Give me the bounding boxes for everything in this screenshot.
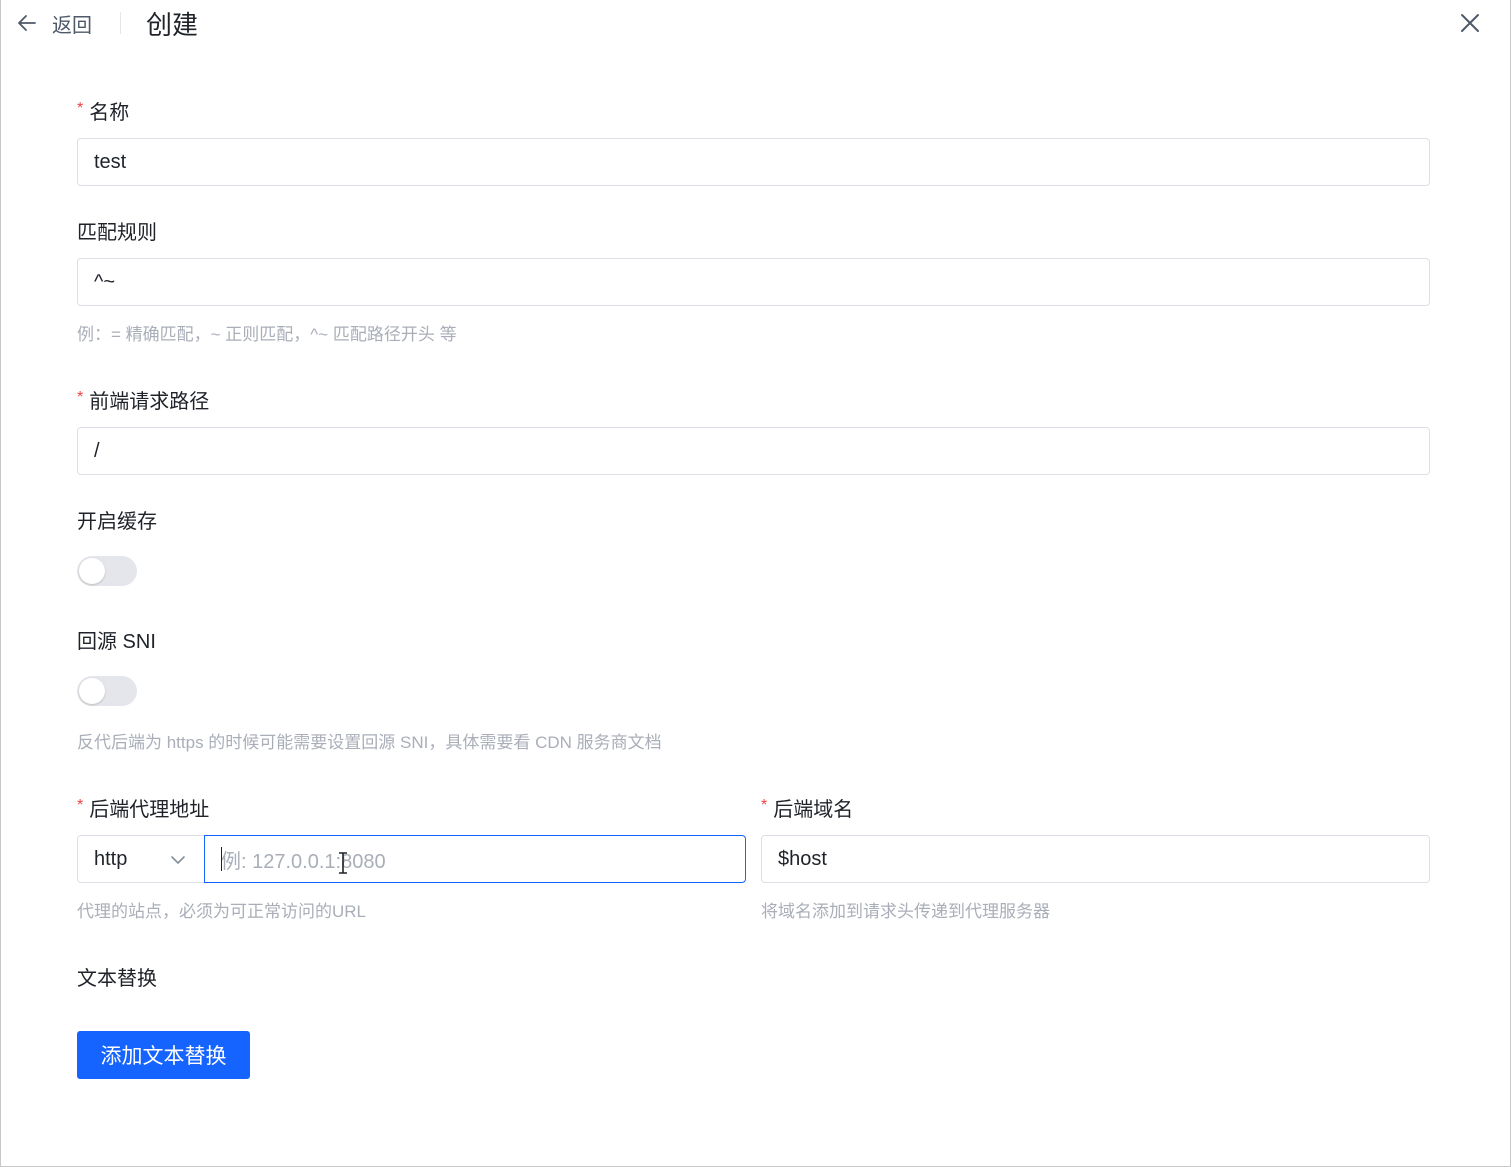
- sni-label-text: 回源 SNI: [77, 631, 156, 653]
- match-rule-label: 匹配规则: [77, 216, 157, 245]
- text-replace-label-text: 文本替换: [77, 968, 157, 990]
- add-text-replace-button[interactable]: 添加文本替换: [77, 1031, 250, 1079]
- backend-address-placeholder: 例: 127.0.0.1:8080: [221, 850, 386, 873]
- protocol-select[interactable]: http: [77, 835, 205, 883]
- sni-help: 反代后端为 https 的时候可能需要设置回源 SNI，具体需要看 CDN 服务…: [77, 733, 662, 752]
- page-title: 创建: [146, 10, 199, 40]
- text-caret: [221, 847, 222, 871]
- name-input-value: test: [94, 150, 127, 173]
- backend-host-help: 将域名添加到请求头传递到代理服务器: [761, 902, 1050, 921]
- backend-address-input[interactable]: 例: 127.0.0.1:8080: [204, 835, 746, 883]
- arrow-left-icon: [18, 15, 36, 31]
- cache-toggle[interactable]: [77, 556, 137, 586]
- page-header: 返回 创建: [0, 0, 1511, 48]
- name-label-text: 名称: [89, 102, 130, 124]
- backend-address-help: 代理的站点，必须为可正常访问的URL: [77, 902, 367, 921]
- match-rule-input-value: ^~: [94, 270, 116, 293]
- name-label: * 名称: [77, 96, 129, 125]
- backend-address-label-text: 后端代理地址: [89, 799, 210, 821]
- required-mark: *: [77, 388, 84, 406]
- name-input[interactable]: test: [77, 138, 1430, 186]
- sni-label: 回源 SNI: [77, 625, 156, 654]
- sni-toggle[interactable]: [77, 676, 137, 706]
- frontend-path-label-text: 前端请求路径: [89, 391, 210, 413]
- close-icon[interactable]: [1456, 9, 1484, 37]
- required-mark: *: [77, 99, 84, 117]
- required-mark: *: [77, 796, 84, 814]
- text-replace-label: 文本替换: [77, 962, 157, 991]
- text-cursor-icon: [339, 852, 347, 874]
- required-mark: *: [761, 796, 768, 814]
- backend-host-label-text: 后端域名: [773, 799, 854, 821]
- backend-host-label: * 后端域名: [761, 793, 853, 822]
- chevron-down-icon: [171, 856, 185, 864]
- toggle-knob: [79, 558, 105, 584]
- back-button[interactable]: 返回: [16, 8, 92, 38]
- match-rule-label-text: 匹配规则: [77, 222, 157, 244]
- backend-host-input[interactable]: $host: [761, 835, 1430, 883]
- cache-label-text: 开启缓存: [77, 511, 157, 533]
- frontend-path-input[interactable]: /: [77, 427, 1430, 475]
- backend-host-input-value: $host: [778, 847, 827, 870]
- frontend-path-label: * 前端请求路径: [77, 385, 209, 414]
- backend-address-label: * 后端代理地址: [77, 793, 209, 822]
- frontend-path-input-value: /: [94, 439, 100, 462]
- toggle-knob: [79, 678, 105, 704]
- match-rule-help: 例：= 精确匹配，~ 正则匹配，^~ 匹配路径开头 等: [77, 325, 457, 344]
- header-divider: [120, 12, 121, 34]
- protocol-select-value: http: [94, 847, 128, 870]
- cache-label: 开启缓存: [77, 505, 157, 534]
- back-label: 返回: [52, 14, 92, 37]
- match-rule-input[interactable]: ^~: [77, 258, 1430, 306]
